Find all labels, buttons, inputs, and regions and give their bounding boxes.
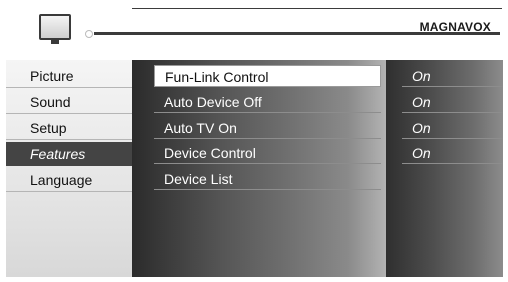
submenu-item-device-list[interactable]: Device List bbox=[154, 168, 381, 190]
menu-item-sound[interactable]: Sound bbox=[6, 90, 132, 114]
tv-menu-screen: MAGNAVOX Picture Sound Setup Features La… bbox=[6, 6, 503, 277]
value-device-control[interactable]: On bbox=[402, 142, 503, 164]
menu-item-features[interactable]: Features bbox=[6, 142, 132, 166]
value-auto-tv-on[interactable]: On bbox=[402, 117, 503, 139]
brand-logo: MAGNAVOX bbox=[419, 20, 491, 34]
menu-header: MAGNAVOX bbox=[6, 6, 503, 57]
menu-item-language[interactable]: Language bbox=[6, 168, 132, 192]
setting-values: On On On On bbox=[386, 60, 503, 277]
header-indicator-dot bbox=[85, 30, 93, 38]
tv-icon bbox=[39, 14, 71, 44]
submenu-item-device-control[interactable]: Device Control bbox=[154, 142, 381, 164]
value-fun-link-control[interactable]: On bbox=[402, 65, 503, 87]
value-auto-device-off[interactable]: On bbox=[402, 91, 503, 113]
menu-item-setup[interactable]: Setup bbox=[6, 116, 132, 140]
features-submenu: Fun-Link Control Auto Device Off Auto TV… bbox=[132, 60, 386, 277]
menu-item-picture[interactable]: Picture bbox=[6, 64, 132, 88]
submenu-item-auto-device-off[interactable]: Auto Device Off bbox=[154, 91, 381, 113]
main-menu: Picture Sound Setup Features Language bbox=[6, 60, 132, 277]
submenu-item-auto-tv-on[interactable]: Auto TV On bbox=[154, 117, 381, 139]
submenu-item-fun-link-control[interactable]: Fun-Link Control bbox=[154, 65, 381, 87]
header-top-rule bbox=[132, 8, 502, 9]
